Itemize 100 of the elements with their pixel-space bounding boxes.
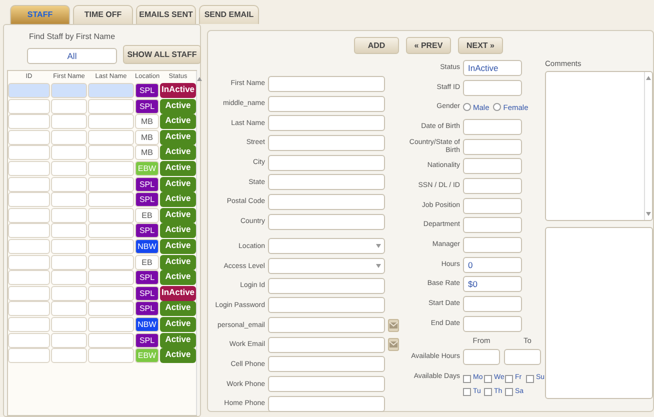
input-field[interactable] (463, 237, 522, 254)
show-all-staff-button[interactable]: SHOW ALL STAFF (123, 45, 201, 64)
tab[interactable]: EMAILS SENT (136, 5, 196, 24)
input-field[interactable] (268, 376, 385, 392)
table-cell[interactable] (8, 192, 50, 208)
table-cell[interactable] (88, 192, 134, 208)
nav-button[interactable]: ADD (354, 37, 399, 54)
table-cell[interactable] (51, 192, 87, 208)
scroll-down-icon[interactable] (646, 212, 651, 216)
table-cell[interactable] (51, 348, 87, 364)
email-button[interactable] (388, 318, 399, 332)
input-field[interactable] (268, 76, 385, 92)
table-cell[interactable] (88, 160, 134, 176)
table-cell[interactable] (51, 130, 87, 145)
table-cell[interactable] (8, 332, 50, 348)
input-field[interactable] (268, 154, 385, 171)
comments-textarea[interactable] (545, 71, 653, 221)
input-field[interactable] (268, 115, 385, 132)
table-cell[interactable] (8, 316, 50, 332)
table-cell[interactable] (8, 176, 50, 192)
input-field[interactable] (268, 336, 385, 353)
input-field[interactable] (463, 138, 522, 155)
table-cell[interactable] (88, 130, 134, 145)
input-field[interactable] (463, 158, 522, 174)
table-cell[interactable] (51, 83, 87, 98)
email-button[interactable] (388, 338, 399, 352)
radio-button[interactable] (493, 103, 502, 112)
input-field[interactable] (463, 217, 522, 234)
dropdown-caret-icon[interactable] (376, 264, 381, 268)
input-field[interactable] (268, 134, 385, 151)
table-cell[interactable] (51, 286, 87, 301)
input-field[interactable] (268, 278, 385, 294)
checkbox[interactable] (505, 388, 513, 396)
scrollbar[interactable] (196, 71, 202, 415)
table-cell[interactable] (51, 223, 87, 238)
nav-button[interactable]: NEXT » (458, 37, 503, 54)
scrollbar[interactable] (644, 72, 652, 220)
scroll-up-icon[interactable] (197, 77, 202, 81)
table-cell[interactable] (8, 145, 50, 160)
tab[interactable]: SEND EMAIL (199, 5, 259, 24)
table-cell[interactable] (8, 301, 50, 316)
table-cell[interactable] (88, 348, 134, 364)
table-cell[interactable] (8, 208, 50, 223)
table-cell[interactable] (88, 208, 134, 223)
table-cell[interactable] (51, 301, 87, 316)
table-cell[interactable] (8, 83, 50, 98)
input-field[interactable] (463, 296, 522, 312)
table-cell[interactable] (51, 332, 87, 348)
table-cell[interactable] (51, 270, 87, 286)
table-cell[interactable] (51, 160, 87, 176)
input-field[interactable] (463, 349, 500, 366)
table-cell[interactable] (88, 223, 134, 238)
input-field[interactable] (463, 178, 522, 194)
input-field[interactable] (268, 96, 385, 112)
checkbox[interactable] (463, 388, 471, 396)
table-cell[interactable] (88, 270, 134, 286)
table-cell[interactable] (51, 208, 87, 223)
input-field[interactable] (268, 214, 385, 230)
input-field[interactable] (268, 297, 385, 314)
table-cell[interactable] (8, 160, 50, 176)
input-field[interactable]: $0 (463, 276, 522, 292)
dropdown-field[interactable] (268, 258, 385, 274)
table-cell[interactable] (88, 254, 134, 270)
checkbox[interactable] (505, 374, 513, 383)
table-cell[interactable] (8, 114, 50, 130)
table-cell[interactable] (88, 286, 134, 301)
input-field[interactable] (268, 396, 385, 412)
nav-button[interactable]: « PREV (406, 37, 451, 54)
checkbox[interactable] (484, 388, 492, 396)
table-cell[interactable] (88, 114, 134, 130)
table-cell[interactable] (51, 238, 87, 254)
input-field[interactable] (268, 317, 385, 334)
table-cell[interactable] (8, 98, 50, 114)
table-cell[interactable] (51, 254, 87, 270)
table-cell[interactable] (88, 83, 134, 98)
input-field[interactable] (268, 356, 385, 372)
table-cell[interactable] (88, 98, 134, 114)
checkbox[interactable] (526, 374, 534, 383)
table-cell[interactable] (51, 98, 87, 114)
table-cell[interactable] (8, 348, 50, 364)
input-field[interactable] (268, 174, 385, 190)
table-cell[interactable] (8, 286, 50, 301)
table-cell[interactable] (8, 130, 50, 145)
tab[interactable]: TIME OFF (73, 5, 133, 24)
table-cell[interactable] (8, 223, 50, 238)
dropdown-caret-icon[interactable] (376, 244, 381, 248)
table-cell[interactable] (51, 316, 87, 332)
table-cell[interactable] (88, 145, 134, 160)
table-cell[interactable] (8, 254, 50, 270)
table-cell[interactable] (88, 332, 134, 348)
scroll-up-icon[interactable] (646, 76, 651, 80)
table-cell[interactable] (88, 316, 134, 332)
input-field[interactable] (504, 349, 541, 366)
checkbox[interactable] (484, 374, 492, 383)
table-cell[interactable] (88, 301, 134, 316)
notes-textarea[interactable] (545, 227, 653, 399)
input-field[interactable]: InActive (463, 60, 522, 76)
table-cell[interactable] (8, 270, 50, 286)
input-field[interactable] (463, 316, 522, 332)
input-field[interactable] (463, 198, 522, 214)
